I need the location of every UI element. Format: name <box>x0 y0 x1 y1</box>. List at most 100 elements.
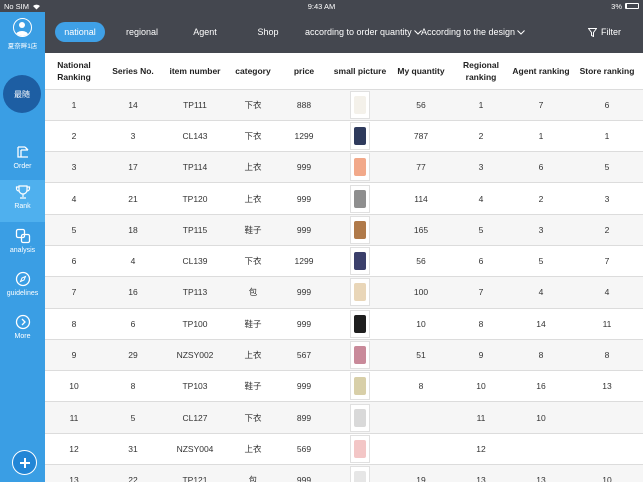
product-thumbnail[interactable] <box>350 466 370 482</box>
cell-regional: 1 <box>451 88 511 121</box>
add-button[interactable] <box>12 450 37 475</box>
tab-label: regional <box>125 27 159 37</box>
cell-series: 16 <box>103 276 163 309</box>
table-row[interactable]: 3 17 TP114 上衣 999 77 3 6 5 <box>45 151 643 183</box>
cell-item: CL127 <box>163 401 227 434</box>
cell-qty: 51 <box>391 338 451 371</box>
cell-small-picture <box>329 338 391 371</box>
header-agent-ranking[interactable]: Agent ranking <box>511 53 571 89</box>
table-row[interactable]: 6 4 CL139 下衣 1299 56 6 5 7 <box>45 244 643 277</box>
cell-category: 下衣 <box>227 88 279 121</box>
cell-regional: 13 <box>451 464 511 482</box>
header-item-number[interactable]: item number <box>163 53 227 89</box>
header-price[interactable]: price <box>279 53 329 89</box>
cell-series: 31 <box>103 432 163 465</box>
table-row[interactable]: 8 6 TP100 鞋子 999 10 8 14 11 <box>45 307 643 340</box>
cell-store: 13 <box>571 370 643 402</box>
compass-icon <box>15 271 30 287</box>
cell-regional: 9 <box>451 338 511 371</box>
cell-national: 10 <box>45 370 103 402</box>
cell-price: 1299 <box>279 119 329 152</box>
table-row[interactable]: 9 29 NZSY002 上衣 567 51 9 8 8 <box>45 338 643 371</box>
product-thumbnail[interactable] <box>350 309 370 338</box>
tab-label: Agent <box>193 27 217 37</box>
cell-category: 下衣 <box>227 119 279 152</box>
product-thumbnail[interactable] <box>350 247 370 276</box>
avatar[interactable] <box>13 18 32 37</box>
header-series-no[interactable]: Series No. <box>103 53 163 89</box>
cell-regional: 12 <box>451 432 511 465</box>
header-small-picture: small picture <box>329 53 391 89</box>
table-row[interactable]: 1 14 TP111 下衣 888 56 1 7 6 <box>45 88 643 121</box>
cell-regional: 4 <box>451 182 511 215</box>
product-thumbnail[interactable] <box>350 403 370 432</box>
header-store-ranking[interactable]: Store ranking <box>571 53 643 89</box>
quick-button[interactable]: 最随 <box>3 75 41 113</box>
table-row[interactable]: 11 5 CL127 下衣 899 11 10 <box>45 401 643 434</box>
cell-qty: 56 <box>391 88 451 121</box>
cell-store: 3 <box>571 182 643 215</box>
sort-design-dropdown[interactable]: According to the design <box>421 22 525 42</box>
sidebar-item-analysis[interactable]: analysis <box>0 224 45 266</box>
cell-qty: 100 <box>391 276 451 309</box>
cell-price: 567 <box>279 338 329 371</box>
product-thumbnail[interactable] <box>350 372 370 401</box>
table-row[interactable]: 12 31 NZSY004 上衣 569 12 <box>45 432 643 465</box>
cell-item: TP103 <box>163 370 227 402</box>
product-thumbnail[interactable] <box>350 184 370 213</box>
table-row[interactable]: 7 16 TP113 包 999 100 7 4 4 <box>45 276 643 309</box>
cell-small-picture <box>329 276 391 309</box>
table-row[interactable]: 2 3 CL143 下衣 1299 787 2 1 1 <box>45 119 643 152</box>
product-image-shape <box>354 408 366 427</box>
cell-category: 鞋子 <box>227 213 279 246</box>
cell-series: 4 <box>103 244 163 277</box>
tab-shop[interactable]: Shop <box>245 22 291 42</box>
header-category[interactable]: category <box>227 53 279 89</box>
store-name: 夏奈畔1店 <box>7 43 38 50</box>
cell-store: 6 <box>571 88 643 121</box>
cell-agent: 5 <box>511 244 571 277</box>
cell-qty: 165 <box>391 213 451 246</box>
table-row[interactable]: 4 21 TP120 上衣 999 114 4 2 3 <box>45 182 643 215</box>
tab-national[interactable]: national <box>55 22 105 42</box>
product-image-shape <box>354 283 366 302</box>
product-thumbnail[interactable] <box>350 121 370 150</box>
cell-price: 999 <box>279 276 329 309</box>
header-regional-ranking[interactable]: Regional ranking <box>451 53 511 89</box>
sidebar: 夏奈畔1店 最随 Order Rank analysis guidelines … <box>0 12 45 482</box>
cell-price: 1299 <box>279 244 329 277</box>
sort-design-label: According to the design <box>421 27 516 37</box>
product-thumbnail[interactable] <box>350 278 370 307</box>
sidebar-item-more[interactable]: More <box>0 310 45 352</box>
plus-icon <box>19 457 30 468</box>
header-my-quantity[interactable]: My quantity <box>391 53 451 89</box>
cell-qty <box>391 401 451 434</box>
product-thumbnail[interactable] <box>350 434 370 463</box>
sidebar-item-guidelines[interactable]: guidelines <box>0 267 45 309</box>
product-thumbnail[interactable] <box>350 215 370 244</box>
cell-series: 14 <box>103 88 163 121</box>
table-row[interactable]: 10 8 TP103 鞋子 999 8 10 16 13 <box>45 370 643 402</box>
product-thumbnail[interactable] <box>350 90 370 119</box>
cell-item: NZSY002 <box>163 338 227 371</box>
cell-store: 8 <box>571 338 643 371</box>
sort-quantity-dropdown[interactable]: according to order quantity <box>305 22 422 42</box>
sidebar-item-order[interactable]: Order <box>0 140 45 182</box>
sidebar-item-rank[interactable]: Rank <box>0 180 45 222</box>
tab-agent[interactable]: Agent <box>181 22 229 42</box>
cell-item: CL143 <box>163 119 227 152</box>
header-national-ranking[interactable]: National Ranking <box>45 53 103 89</box>
product-thumbnail[interactable] <box>350 341 370 370</box>
cell-store: 10 <box>571 464 643 482</box>
cell-category: 上衣 <box>227 338 279 371</box>
filter-button[interactable]: Filter <box>588 22 621 42</box>
tab-regional[interactable]: regional <box>117 22 167 42</box>
chevron-right-circle-icon <box>15 314 30 330</box>
ranking-table-area[interactable]: National Ranking Series No. item number … <box>45 53 643 482</box>
cell-price: 888 <box>279 88 329 121</box>
product-thumbnail[interactable] <box>350 153 370 182</box>
table-row[interactable]: 13 22 TP121 包 999 19 13 13 10 <box>45 464 643 482</box>
cell-category: 下衣 <box>227 401 279 434</box>
table-row[interactable]: 5 18 TP115 鞋子 999 165 5 3 2 <box>45 213 643 246</box>
cell-qty: 114 <box>391 182 451 215</box>
